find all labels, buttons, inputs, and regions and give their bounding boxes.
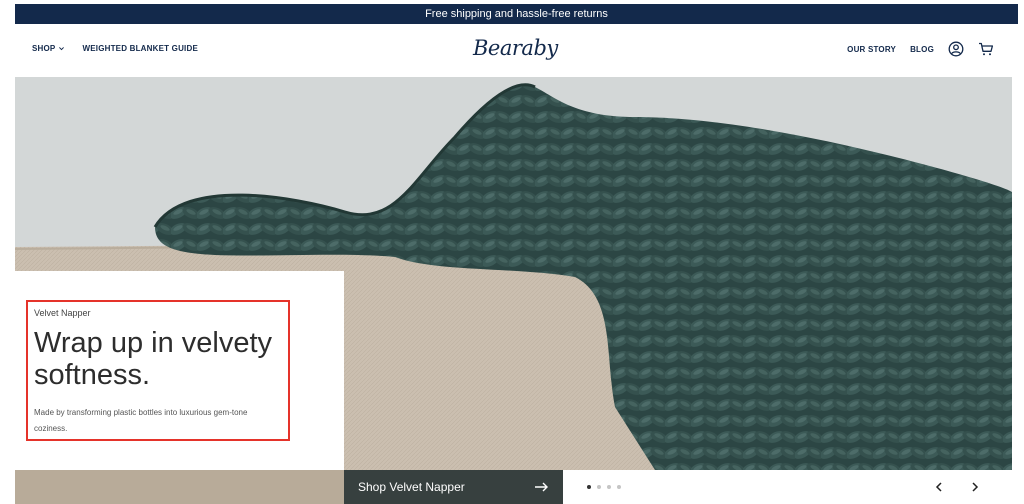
cta-label: Shop Velvet Napper xyxy=(358,480,465,494)
hero-eyebrow: Velvet Napper xyxy=(34,308,91,318)
primary-nav: SHOP WEIGHTED BLANKET GUIDE xyxy=(32,44,198,53)
carousel-controls xyxy=(563,470,1012,504)
carousel-dot[interactable] xyxy=(597,485,601,489)
shop-velvet-napper-button[interactable]: Shop Velvet Napper xyxy=(344,470,563,504)
announcement-text: Free shipping and hassle-free returns xyxy=(425,8,608,20)
nav-weighted-blanket-guide[interactable]: WEIGHTED BLANKET GUIDE xyxy=(82,44,198,53)
next-slide-icon[interactable] xyxy=(968,480,982,494)
carousel-dots xyxy=(587,485,621,489)
hero-banner: Velvet Napper Wrap up in velvety softnes… xyxy=(15,77,1012,504)
secondary-nav: OUR STORY BLOG xyxy=(847,41,994,57)
nav-shop-label: SHOP xyxy=(32,44,56,53)
carousel-dot[interactable] xyxy=(607,485,611,489)
brand-logo[interactable]: Bearaby xyxy=(473,36,558,60)
site-header: SHOP WEIGHTED BLANKET GUIDE Bearaby OUR … xyxy=(15,24,1018,77)
carousel-dot[interactable] xyxy=(587,485,591,489)
arrow-right-icon xyxy=(535,482,548,492)
carousel-dot[interactable] xyxy=(617,485,621,489)
previous-slide-icon[interactable] xyxy=(932,480,946,494)
cart-icon[interactable] xyxy=(978,41,994,57)
hero-description: Made by transforming plastic bottles int… xyxy=(34,408,248,433)
nav-our-story[interactable]: OUR STORY xyxy=(847,45,896,54)
hero-headline: Wrap up in velvety softness. xyxy=(34,327,273,391)
announcement-bar: Free shipping and hassle-free returns xyxy=(15,4,1018,24)
chevron-down-icon xyxy=(59,47,65,51)
nav-shop[interactable]: SHOP xyxy=(32,44,65,53)
nav-blog[interactable]: BLOG xyxy=(910,45,934,54)
hero-text-card: Velvet Napper Wrap up in velvety softnes… xyxy=(15,271,344,470)
account-icon[interactable] xyxy=(948,41,964,57)
